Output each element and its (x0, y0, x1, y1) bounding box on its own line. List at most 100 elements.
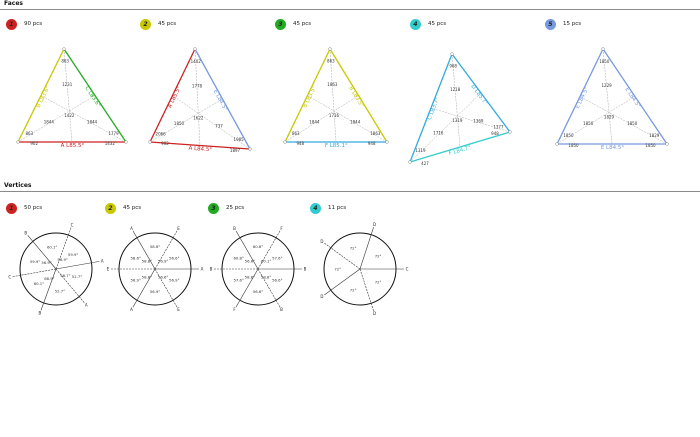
vertex-1-circle-diagram: A A B C B C 52.7° 52.7° 60.1° 59.9° 60.1° 59.9° 58.7… (8, 222, 104, 316)
vertex-1-angle-8: 56.9° (41, 260, 51, 265)
face-2-measure-6: 1622 (193, 115, 204, 120)
vertex-3-angle-9: 60.1° (261, 258, 271, 263)
vertex-2-angle-3: 58.6° (130, 255, 140, 260)
vertex-1-angle-4: 60.1° (47, 245, 57, 250)
face-4-measure-6: 1319 (452, 118, 463, 123)
face-3-measure-7: 948 (296, 141, 304, 146)
face-5-measure-2: 1829 (649, 133, 660, 138)
vertex-3-angle-6: 58.8° (261, 275, 271, 280)
face-2-vertex-2 (248, 147, 252, 151)
face-5-measure-7: 1850 (568, 143, 579, 148)
face-5-measure-6: 1829 (604, 114, 615, 119)
vertex-3-spoke-label-4: B (233, 226, 236, 231)
face-2-measure-8: 1897 (230, 148, 241, 153)
face-5-measure-5: 1850 (627, 121, 638, 126)
vertex-3-spoke-label-3: B (210, 267, 213, 272)
vertex-1-spoke-label-1: A (85, 303, 88, 308)
face-2-edge-label-0: A L85.5° (167, 85, 183, 109)
face-3-measure-0: 863 (327, 59, 335, 64)
face-5-edge-label-0: E L84.5° (575, 86, 591, 110)
face-4-vertex-1 (408, 160, 412, 164)
vertex-1-spoke-label-3: C (8, 275, 11, 280)
vertex-4-angle-3: 72° (350, 245, 357, 250)
face-2-measure-5: 737 (215, 124, 223, 129)
face-4-measure-3: 1218 (450, 87, 461, 92)
face-5-vertex-1 (555, 142, 559, 146)
face-1-measure-8: 1432 (105, 141, 116, 146)
vertex-1-angle-1: 52.7° (55, 288, 65, 293)
face-4-measure-2: 1377 (493, 124, 504, 129)
face-1-measure-5: 1844 (87, 119, 98, 124)
vertex-4-count: 11 pcs (328, 205, 347, 211)
vertex-2-angle-0: 56.9° (169, 278, 179, 283)
faces-divider (0, 9, 700, 10)
face-1-vertex-1 (16, 140, 20, 144)
vertex-1-angle-6: 58.7° (60, 273, 70, 278)
face-3-triangle-diagram: B L83.5° B L83.5° F L85.1° 863 863 1863 1863 18… (283, 47, 389, 149)
vertex-3-spoke-label-5: F (280, 226, 283, 231)
face-4-measure-4: 1716 (433, 130, 444, 135)
vertex-3-circle-diagram: BBFBB F56.6°56.6°57.6°60.8°60.8°57.6°58.8… (210, 226, 307, 312)
face-4-triangle-diagram: C L83.7°D L85.7°F L84.7°9681319137712181… (408, 52, 512, 166)
vertex-3-spoke-label-0: B (304, 267, 307, 272)
face-4-measure-5: 1369 (473, 118, 484, 123)
face-3-measure-4: 1844 (309, 119, 320, 124)
vertex-2-angle-2: 56.9° (130, 278, 140, 283)
vertex-2-angle-8: 58.8° (142, 258, 152, 263)
face-5-measure-8: 1850 (645, 143, 656, 148)
face-4-vertex-0 (450, 52, 454, 56)
face-5-vertex-2 (665, 142, 669, 146)
face-2-measure-1: 2066 (156, 132, 167, 137)
face-2-measure-3: 1778 (192, 84, 203, 89)
vertex-3-angle-4: 60.8° (253, 244, 263, 249)
face-3-measure-3: 1863 (327, 82, 338, 87)
vertex-1-count: 50 pcs (24, 205, 43, 211)
face-4-edge-label-1: D L85.7° (469, 84, 488, 107)
vertex-1-angle-3: 59.9° (30, 259, 40, 264)
vertex-4-spoke-label-4: D (373, 222, 376, 227)
vertex-1-spoke-label-5: C (71, 222, 74, 227)
face-2-edge-label-2: A L84.5° (188, 146, 212, 154)
face-3-edge-label-2: F L85.1° (325, 143, 348, 149)
face-4-measure-7: 427 (421, 161, 429, 166)
vertex-1-angle-0: 52.7° (72, 274, 82, 279)
vertex-2-angle-5: 56.6° (169, 255, 179, 260)
vertex-2-angle-7: 58.8° (142, 275, 152, 280)
face-3-vertex-1 (283, 140, 287, 144)
face-2-edge-label-1: E L84.5° (212, 89, 229, 113)
face-1-measure-7: 902 (30, 141, 38, 146)
vertex-3-spoke-label-1: B (280, 307, 283, 312)
face-4-measure-1: 1319 (415, 148, 426, 153)
vertex-4-circle-diagram: C D D D D 72° 72° 72° 72° 72° (320, 222, 409, 316)
vertex-3-badge: 3 (208, 203, 219, 214)
vertex-4-spoke-label-2: D (320, 294, 323, 299)
vertex-1-spoke-label-2: B (39, 311, 42, 316)
face-2-triangle-diagram: A L85.5° E L84.5° A L84.5° 1402 2066 1985 1778… (148, 47, 252, 154)
face-1-edge-label-2: A L85.5° (61, 143, 85, 149)
vertex-3-angle-3: 60.8° (233, 255, 243, 260)
vertex-2-angle-1: 56.9° (150, 289, 160, 294)
face-5-vertex-0 (601, 47, 605, 51)
vertex-4-spoke-label-0: C (406, 267, 409, 272)
vertex-4-badge: 4 (310, 203, 321, 214)
vertex-3-spoke-label-2: F (233, 307, 236, 312)
face-3-vertex-2 (385, 140, 389, 144)
face-3-measure-8: 948 (368, 141, 376, 146)
vertex-2-circle-diagram: A E A E A E 56.9° 56.9° 56.9° 58.6° 58.6° 56.6° 56.6… (107, 226, 204, 312)
face-1-measure-2: 1779 (108, 131, 119, 136)
faces-section-title: Faces (4, 0, 23, 7)
vertex-2-spoke-label-3: E (107, 267, 110, 272)
face-3-measure-5: 1844 (350, 119, 361, 124)
face-1-edge-label-0: B L83.6° (36, 85, 52, 109)
vertex-3-angle-2: 57.6° (233, 278, 243, 283)
vertex-3-angle-8: 56.6° (245, 258, 255, 263)
face-1-edge-label-1: C L83.6° (83, 86, 101, 109)
face-5-edge-label-1: E L84.5° (623, 87, 641, 110)
face-2-vertex-0 (193, 47, 197, 51)
vertex-2-spoke-label-2: A (130, 307, 133, 312)
vertex-1-spoke-0 (55, 261, 100, 270)
face-1-measure-0: 863 (61, 59, 69, 64)
vertex-1-spoke-label-0: A (101, 258, 104, 263)
vertex-4-angle-1: 72° (350, 288, 357, 293)
face-2-measure-4: 1850 (174, 121, 185, 126)
